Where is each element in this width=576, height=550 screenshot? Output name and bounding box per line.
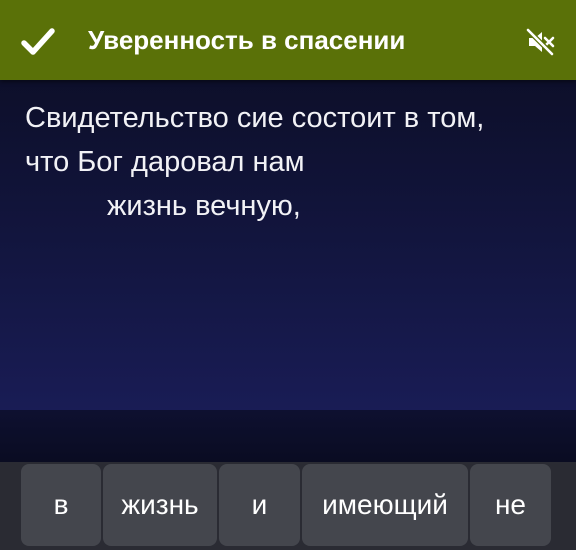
confirm-button[interactable] [18,22,58,62]
sound-toggle-button[interactable] [518,22,562,62]
verse-line: Свидетельство сие состоит в том, [25,102,485,134]
word-choice-button[interactable]: имеющий [302,464,468,546]
verse-line: что Бог даровал нам [25,146,305,178]
verse-area: Свидетельство сие состоит в том, что Бог… [0,80,576,410]
word-choice-button[interactable]: не [470,464,551,546]
word-choice-button[interactable]: жизнь [103,464,217,546]
checkmark-icon [21,28,55,55]
app-screen: Уверенность в спасении Свидетельство сие… [0,0,576,550]
verse-line: жизнь вечную, [107,190,301,222]
page-title: Уверенность в спасении [88,25,406,55]
speaker-muted-icon [526,28,555,56]
verse-text: Свидетельство сие состоит в том, что Бог… [25,96,565,228]
word-choice-button[interactable]: в [21,464,101,546]
spacer [0,410,576,462]
word-choice-button[interactable]: и [219,464,300,546]
word-choice-bar: в жизнь и имеющий не [0,462,576,550]
header-bar: Уверенность в спасении [0,0,576,80]
